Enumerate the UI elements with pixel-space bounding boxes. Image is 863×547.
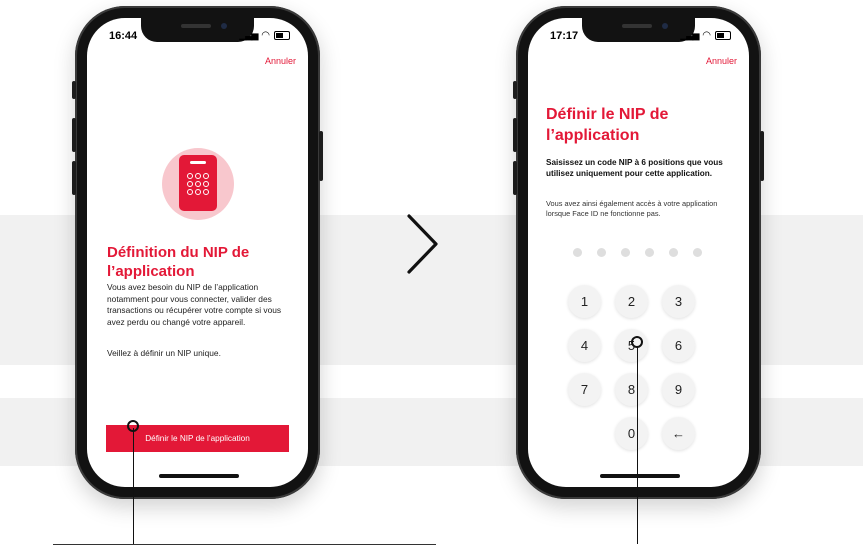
wifi-icon: ◠ — [261, 30, 270, 41]
keypad-key-0[interactable]: 0 — [615, 417, 648, 450]
keypad-key-8[interactable]: 8 — [615, 373, 648, 406]
power-button — [760, 131, 764, 181]
volume-up-button — [72, 118, 76, 152]
signal-icon: ▁▃▅ — [239, 30, 259, 40]
keypad-key-6[interactable]: 6 — [662, 329, 695, 362]
numeric-keypad: 1 2 3 4 5 6 7 8 9 0 ← — [568, 285, 695, 450]
wifi-icon: ◠ — [702, 30, 711, 41]
home-indicator — [600, 474, 680, 478]
backspace-key[interactable]: ← — [662, 417, 695, 450]
description-text: Vous avez besoin du NIP de l’application… — [107, 282, 282, 327]
pin-dot — [621, 248, 630, 257]
mute-switch — [72, 81, 76, 99]
notch — [582, 18, 695, 42]
status-time: 17:17 — [550, 30, 579, 42]
page-title: Définition du NIP de l’application — [107, 244, 250, 280]
keypad-key-3[interactable]: 3 — [662, 285, 695, 318]
phone-frame-left: 16:44 ▁▃▅ ◠ Annuler Définition du NIP de… — [72, 6, 323, 499]
pin-indicator — [573, 248, 702, 257]
signal-icon: ▁▃▅ — [680, 30, 700, 40]
annotation-line — [637, 346, 638, 544]
keypad-device-icon — [179, 155, 217, 211]
pin-dot — [573, 248, 582, 257]
pin-dot — [645, 248, 654, 257]
keypad-key-1[interactable]: 1 — [568, 285, 601, 318]
instruction-text: Vous avez ainsi également accès à votre … — [546, 199, 718, 218]
battery-icon — [274, 31, 290, 40]
status-icons: ▁▃▅ ◠ — [239, 30, 290, 41]
camera — [662, 23, 668, 29]
phone-screen-right: 17:17 ▁▃▅ ◠ Annuler Définir le NIP de l’… — [528, 18, 749, 487]
power-button — [319, 131, 323, 181]
keypad-key-2[interactable]: 2 — [615, 285, 648, 318]
pin-dot — [669, 248, 678, 257]
page-title: Définir le NIP de l’application — [546, 106, 669, 144]
arrow-left-icon: ← — [672, 426, 685, 441]
volume-up-button — [513, 118, 517, 152]
phone-frame-right: 17:17 ▁▃▅ ◠ Annuler Définir le NIP de l’… — [513, 6, 764, 499]
keypad-key-4[interactable]: 4 — [568, 329, 601, 362]
notch — [141, 18, 254, 42]
annotation-line — [133, 428, 134, 544]
instruction-bold-text: Saisissez un code NIP à 6 positions que … — [546, 158, 723, 178]
annotation-baseline — [53, 544, 436, 545]
volume-down-button — [72, 161, 76, 195]
home-indicator — [159, 474, 239, 478]
tap-marker — [127, 420, 139, 432]
speaker — [622, 24, 652, 28]
volume-down-button — [513, 161, 517, 195]
chevron-right-icon — [407, 214, 438, 274]
advice-text: Veillez à définir un NIP unique. — [107, 348, 221, 358]
cancel-link[interactable]: Annuler — [265, 56, 296, 66]
keypad-illustration — [162, 148, 234, 220]
speaker — [181, 24, 211, 28]
keypad-key-7[interactable]: 7 — [568, 373, 601, 406]
status-icons: ▁▃▅ ◠ — [680, 30, 731, 41]
phone-screen-left: 16:44 ▁▃▅ ◠ Annuler Définition du NIP de… — [87, 18, 308, 487]
pin-dot — [597, 248, 606, 257]
tap-marker — [631, 336, 643, 348]
status-time: 16:44 — [109, 30, 138, 42]
cancel-link[interactable]: Annuler — [706, 56, 737, 66]
camera — [221, 23, 227, 29]
keypad-key-9[interactable]: 9 — [662, 373, 695, 406]
mute-switch — [513, 81, 517, 99]
pin-dot — [693, 248, 702, 257]
battery-icon — [715, 31, 731, 40]
